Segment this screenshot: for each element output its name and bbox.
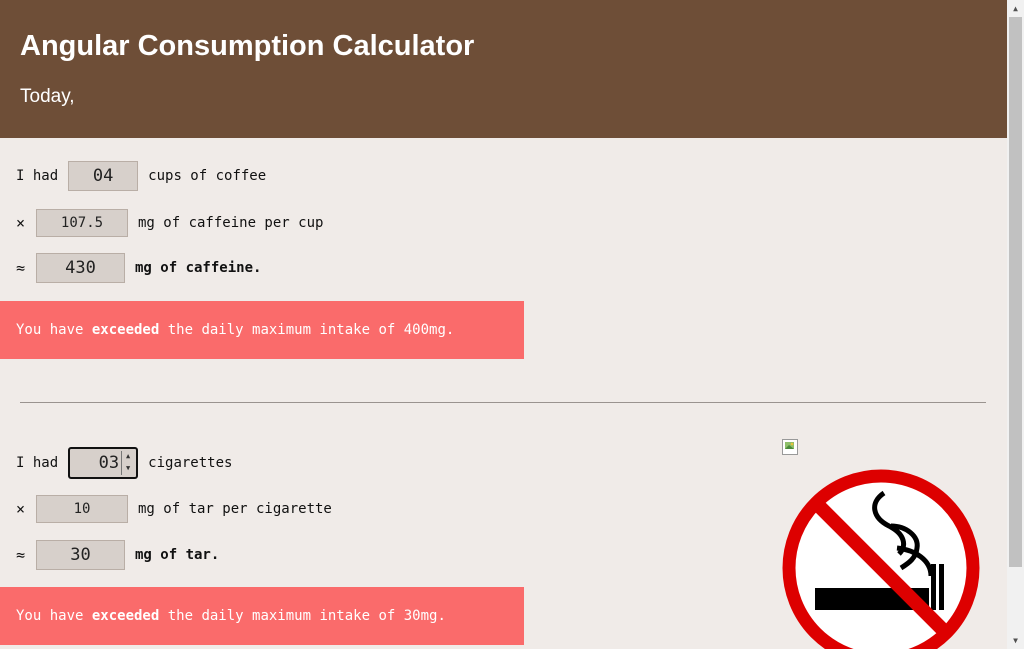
coffee-total-row: ≈ 430 mg of caffeine. (16, 253, 261, 283)
times-symbol: × (16, 500, 26, 518)
caffeine-per-cup-label: mg of caffeine per cup (138, 215, 324, 231)
cigarette-count-input[interactable]: 03 ▲ ▼ (68, 447, 139, 479)
cigarette-count-value: 03 (98, 453, 120, 473)
spinner-up-icon[interactable]: ▲ (122, 451, 134, 463)
coffee-per-cup-row: × 107.5 mg of caffeine per cup (16, 209, 323, 237)
page: Angular Consumption Calculator Today, I … (0, 0, 1007, 649)
tar-alert-strong: exceeded (91, 608, 160, 624)
coffee-cups-row: I had 04 cups of coffee (16, 161, 266, 191)
caffeine-alert-prefix: You have (16, 322, 92, 338)
caffeine-total-label: mg of caffeine. (135, 260, 262, 276)
times-symbol: × (16, 214, 26, 232)
section-divider (20, 402, 986, 403)
tar-alert-prefix: You have (16, 608, 92, 624)
tar-alert: You have exceeded the daily maximum inta… (0, 587, 524, 645)
no-smoking-icon (782, 469, 980, 649)
coffee-had-label: I had (16, 168, 59, 184)
approx-symbol: ≈ (16, 259, 26, 277)
caffeine-total-field: 430 (36, 253, 125, 283)
coffee-cups-input[interactable]: 04 (68, 161, 139, 191)
tar-per-cigarette-input[interactable]: 10 (36, 495, 128, 523)
tar-alert-suffix: the daily maximum intake of 30mg. (159, 608, 446, 624)
number-spinner[interactable]: ▲ ▼ (121, 451, 134, 475)
spinner-down-icon[interactable]: ▼ (122, 463, 134, 475)
tar-per-cig-row: × 10 mg of tar per cigarette (16, 495, 332, 523)
tar-total-row: ≈ 30 mg of tar. (16, 540, 219, 570)
caffeine-per-cup-input[interactable]: 107.5 (36, 209, 128, 237)
cigarette-had-label: I had (16, 455, 59, 471)
caffeine-alert-strong: exceeded (91, 322, 160, 338)
approx-symbol: ≈ (16, 546, 26, 564)
tar-total-field: 30 (36, 540, 125, 570)
tar-per-cigarette-label: mg of tar per cigarette (138, 501, 332, 517)
broken-image-icon (782, 439, 798, 455)
caffeine-alert: You have exceeded the daily maximum inta… (0, 301, 524, 359)
scroll-down-icon[interactable]: ▼ (1007, 632, 1024, 649)
scrollbar-thumb[interactable] (1009, 17, 1022, 567)
scroll-up-icon[interactable]: ▲ (1007, 0, 1024, 17)
header: Angular Consumption Calculator Today, (0, 0, 1007, 138)
vertical-scrollbar[interactable]: ▲ ▼ (1007, 0, 1024, 649)
caffeine-alert-suffix: the daily maximum intake of 400mg. (159, 322, 455, 338)
coffee-cups-label: cups of coffee (148, 168, 267, 184)
cigarette-count-row: I had 03 ▲ ▼ cigarettes (16, 447, 232, 479)
page-title: Angular Consumption Calculator (20, 30, 475, 62)
cigarette-count-label: cigarettes (148, 455, 233, 471)
page-subtitle: Today, (20, 86, 75, 107)
tar-total-label: mg of tar. (135, 547, 220, 563)
